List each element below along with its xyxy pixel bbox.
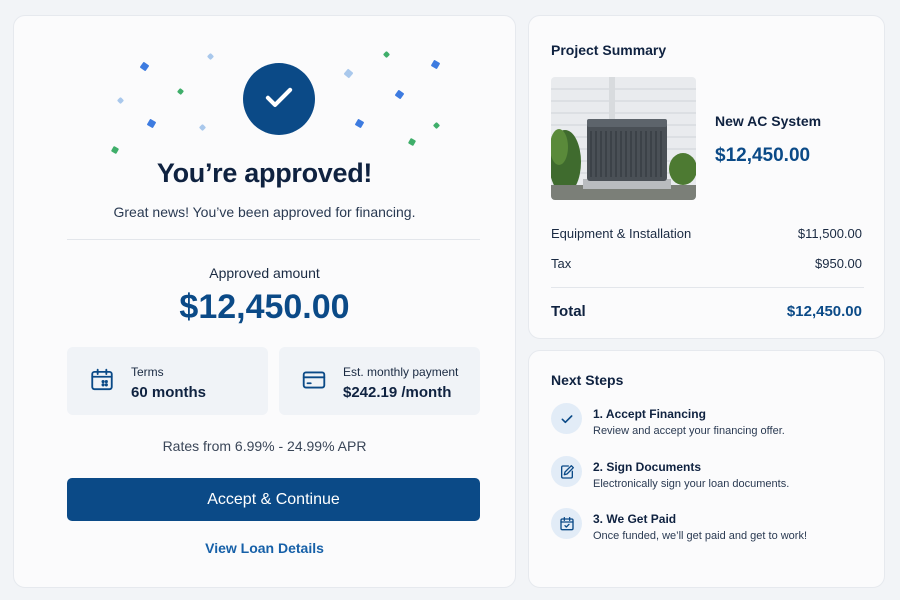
tax-line-value: $950.00 [815, 256, 862, 271]
monthly-payment-box: Est. monthly payment $242.19 /month [279, 347, 480, 415]
terms-label: Terms [131, 365, 164, 379]
equipment-line-label: Equipment & Installation [551, 226, 692, 241]
approval-card: You’re approved! Great news! You’ve been… [13, 15, 516, 588]
view-loan-details-link[interactable]: View Loan Details [14, 540, 515, 556]
divider [67, 239, 480, 240]
product-price: $12,450.00 [715, 145, 811, 166]
next-steps-title: Next Steps [551, 372, 624, 388]
approved-amount-label: Approved amount [209, 265, 320, 281]
approved-amount: $12,450.00 [179, 288, 350, 326]
monthly-payment-label: Est. monthly payment [343, 365, 459, 379]
approval-subtitle: Great news! You’ve been approved for fin… [113, 204, 416, 220]
terms-box: Terms 60 months [67, 347, 268, 415]
step-3-title: 3. We Get Paid [593, 512, 677, 526]
step-3-desc: Once funded, we’ll get paid and get to w… [593, 530, 808, 542]
credit-card-icon [301, 367, 327, 398]
total-label: Total [551, 303, 586, 320]
tax-line-label: Tax [551, 256, 572, 271]
total-value: $12,450.00 [786, 303, 862, 320]
project-summary-card: Project Summary New AC System $12,450.00… [528, 15, 885, 339]
monthly-payment-value: $242.19 /month [343, 384, 452, 401]
sign-document-icon [551, 456, 582, 487]
check-icon [551, 403, 582, 434]
step-1-desc: Review and accept your financing offer. [593, 425, 785, 437]
terms-value: 60 months [131, 384, 207, 401]
approval-headline: You’re approved! [156, 158, 373, 188]
summary-divider [551, 287, 864, 288]
equipment-line-value: $11,500.00 [797, 226, 862, 241]
next-steps-card: Next Steps 1. Accept Financing Review an… [528, 350, 885, 588]
project-summary-title: Project Summary [551, 42, 667, 58]
step-1-title: 1. Accept Financing [593, 407, 706, 421]
step-2-desc: Electronically sign your loan documents. [593, 478, 790, 490]
apr-rates-text: Rates from 6.99% - 24.99% APR [162, 438, 367, 454]
success-check-badge [243, 63, 315, 135]
calendar-check-icon [551, 508, 582, 539]
product-name: New AC System [715, 113, 822, 129]
checkmark-icon [260, 78, 298, 121]
ac-unit-image [551, 77, 696, 200]
accept-continue-button[interactable]: Accept & Continue [67, 478, 480, 521]
step-2-title: 2. Sign Documents [593, 460, 702, 474]
calendar-icon [89, 367, 115, 398]
